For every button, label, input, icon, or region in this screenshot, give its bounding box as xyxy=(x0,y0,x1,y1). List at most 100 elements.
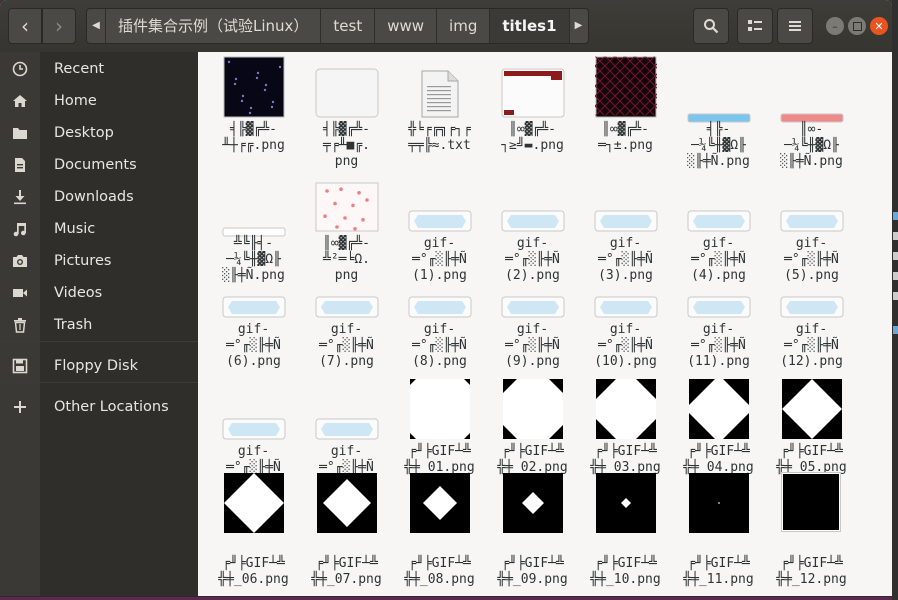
file-name: ╡╠▓╔╩- ╤╒╨■╔. png xyxy=(323,122,370,169)
file-thumbnail xyxy=(594,210,658,236)
sidebar-item-label: Music xyxy=(54,221,96,237)
hamburger-icon xyxy=(789,21,801,31)
file-name: ║∞▓╔╩- ═┐±.png xyxy=(598,122,653,153)
file-thumbnail xyxy=(780,296,844,322)
file-thumbnail xyxy=(315,182,379,236)
download-icon xyxy=(0,189,40,205)
file-name: gif- ═°╓░╟╪Ñ (4).png xyxy=(691,236,746,283)
music-icon xyxy=(0,221,40,237)
minimize-button[interactable]: – xyxy=(826,17,844,35)
view-toggle-button[interactable] xyxy=(737,8,773,44)
sidebar-item-label: Home xyxy=(54,93,97,109)
sidebar: Recent Home Desktop Documents Downloads … xyxy=(0,52,198,596)
file-thumbnail xyxy=(408,296,472,322)
folder-icon xyxy=(0,125,40,141)
list-view-icon xyxy=(748,20,762,31)
sidebar-item-other-locations[interactable]: Other Locations xyxy=(0,393,198,421)
file-name: gif- ═°╓░╟╪Ñ (6).png xyxy=(226,322,281,369)
sidebar-item-desktop[interactable]: Desktop xyxy=(0,119,198,147)
sidebar-item-videos[interactable]: Videos xyxy=(0,279,198,307)
file-name: ╒╜╞GIF┴╩ ╬╪_09.png xyxy=(497,556,568,587)
file-thumbnail xyxy=(687,296,751,322)
file-thumbnail xyxy=(594,296,658,322)
file-thumbnail xyxy=(780,210,844,236)
file-name: ╡╠- ─¼╚╫▓Ω╟ ░╟╪Ñ.png xyxy=(687,122,750,169)
file-thumbnail xyxy=(408,210,472,236)
file-thumbnail xyxy=(687,210,751,236)
sidebar-item-label: Documents xyxy=(54,157,137,173)
file-thumbnail xyxy=(222,296,286,322)
sidebar-item-label: Trash xyxy=(54,317,93,333)
file-thumbnail xyxy=(316,472,378,538)
video-icon xyxy=(0,285,40,301)
file-thumbnail xyxy=(780,472,843,538)
breadcrumb-scroll-right[interactable]: ▶ xyxy=(570,9,588,43)
breadcrumb-item[interactable]: www xyxy=(375,9,438,43)
file-name: ╩╚╟╡- ─¼╚╫▓Ω╟ ░╟╪Ñ.png xyxy=(222,236,285,283)
file-thumbnail xyxy=(595,472,657,538)
back-button[interactable]: ‹ xyxy=(8,8,42,44)
file-name: gif- ═°╓░╟╪Ñ (11).png xyxy=(687,322,750,369)
sidebar-item-label: Downloads xyxy=(54,189,134,205)
file-thumbnail xyxy=(409,378,471,444)
breadcrumb-item[interactable]: img xyxy=(437,9,491,43)
close-button[interactable]: ✕ xyxy=(870,17,888,35)
file-thumbnail xyxy=(420,70,460,122)
file-name: gif- ═°╓░╟╪Ñ (3).png xyxy=(598,236,653,283)
chevron-right-icon: › xyxy=(55,14,63,38)
trash-icon xyxy=(0,317,40,333)
file-name: gif- ═°╓░╟╪Ñ (12).png xyxy=(780,322,843,369)
header-bar: ‹ › ◀ 插件集合示例（试验Linux） test www img title… xyxy=(0,0,892,52)
file-name: ╒╜╞GIF┴╩ ╬╪_11.png xyxy=(683,556,754,587)
file-thumbnail xyxy=(315,68,379,122)
maximize-icon xyxy=(852,21,862,31)
file-thumbnail xyxy=(688,472,750,538)
file-thumbnail xyxy=(223,472,285,538)
close-icon: ✕ xyxy=(874,19,884,33)
sidebar-divider xyxy=(0,341,198,342)
sidebar-divider xyxy=(0,382,198,383)
file-name: gif- ═°╓░╟╪Ñ (2).png xyxy=(505,236,560,283)
menu-button[interactable] xyxy=(777,8,813,44)
sidebar-item-label: Videos xyxy=(54,285,103,301)
file-name: gif- ═°╓░╟╪Ñ (10).png xyxy=(594,322,657,369)
file-name: gif- ═°╓░╟╪Ñ (5).png xyxy=(784,236,839,283)
file-thumbnail xyxy=(501,296,565,322)
file-thumbnail xyxy=(688,378,750,444)
file-name: ╒╜╞GIF┴╩ ╬╪_10.png xyxy=(590,556,661,587)
sidebar-item-trash[interactable]: Trash xyxy=(0,311,198,339)
file-thumbnail xyxy=(502,472,564,538)
breadcrumb-item[interactable]: 插件集合示例（试验Linux） xyxy=(106,9,322,43)
sidebar-item-label: Desktop xyxy=(54,125,114,141)
file-thumbnail xyxy=(595,378,657,444)
search-icon xyxy=(704,19,719,34)
sidebar-item-pictures[interactable]: Pictures xyxy=(0,247,198,275)
file-thumbnail xyxy=(502,378,564,444)
search-button[interactable] xyxy=(693,8,729,44)
sidebar-item-recent[interactable]: Recent xyxy=(0,55,198,83)
file-thumbnail xyxy=(315,418,379,444)
file-name: ║∞▓╔╩- ╩²═╘Ω. png xyxy=(323,236,370,283)
sidebar-item-home[interactable]: Home xyxy=(0,87,198,115)
file-name: ╒╜╞GIF┴╩ ╬╪_07.png xyxy=(311,556,382,587)
file-name: ╒╜╞GIF┴╩ ╬╪_08.png xyxy=(404,556,475,587)
breadcrumb-scroll-left[interactable]: ◀ xyxy=(87,9,106,43)
file-name: ║∞- ─¼╚╫▓Ω╟ ░╟╪Ñ.png xyxy=(780,122,843,169)
file-thumbnail xyxy=(501,68,565,122)
maximize-button[interactable] xyxy=(848,17,866,35)
sidebar-item-downloads[interactable]: Downloads xyxy=(0,183,198,211)
sidebar-item-documents[interactable]: Documents xyxy=(0,151,198,179)
breadcrumb-current[interactable]: titles1 xyxy=(490,9,570,43)
sidebar-item-floppy-disk[interactable]: Floppy Disk xyxy=(0,352,198,380)
file-name: gif- ═°╓░╟╪Ñ (8).png xyxy=(412,322,467,369)
floppy-icon xyxy=(0,358,40,374)
sidebar-item-music[interactable]: Music xyxy=(0,215,198,243)
breadcrumb-item[interactable]: test xyxy=(321,9,376,43)
file-name: gif- ═°╓░╟╪Ñ (9).png xyxy=(505,322,560,369)
file-thumbnail xyxy=(595,56,657,122)
sidebar-item-label: Recent xyxy=(54,61,105,77)
file-name: ╒╜╞GIF┴╩ ╬╪_06.png xyxy=(218,556,289,587)
forward-button[interactable]: › xyxy=(42,8,76,44)
file-thumbnail xyxy=(315,296,379,322)
chevron-left-icon: ‹ xyxy=(21,14,29,38)
